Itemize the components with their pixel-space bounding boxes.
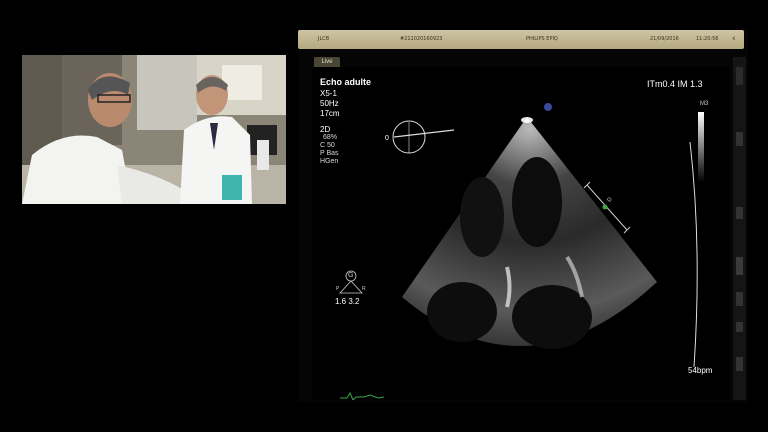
chamber-rv — [460, 177, 504, 257]
chamber-lv — [512, 157, 562, 247]
ecg-trace — [340, 391, 385, 400]
side-scale-panel — [733, 57, 746, 400]
exam-date: 21/09/2016 — [650, 36, 679, 42]
collapse-icon[interactable]: ‹ — [732, 34, 736, 44]
echo-graphics — [339, 103, 704, 400]
exam-time: 11:20:56 — [696, 36, 719, 42]
orientation-dot-icon — [544, 103, 552, 111]
video-feed — [22, 55, 286, 204]
video-frame — [22, 55, 286, 204]
echo-display: Echo adulte X5-1 50Hz 17cm 2D 68% C 50 P… — [312, 67, 730, 400]
side-scale-marks — [736, 67, 743, 371]
machine-name: PHILIPS EPIQ — [526, 36, 558, 42]
chamber-ra — [427, 282, 497, 342]
depth-scale-line — [689, 141, 698, 368]
orientation-triangle-icon — [339, 280, 363, 294]
exam-id: #211020160923 — [400, 36, 443, 42]
exam-header-bar: JLCB #211020160923 PHILIPS EPIQ 21/09/20… — [298, 30, 744, 49]
ultrasound-window: JLCB #211020160923 PHILIPS EPIQ 21/09/20… — [298, 30, 748, 402]
tab-live[interactable]: Live — [314, 57, 340, 67]
grayscale-bar — [698, 112, 704, 182]
patient-id: JLCB — [318, 36, 330, 42]
